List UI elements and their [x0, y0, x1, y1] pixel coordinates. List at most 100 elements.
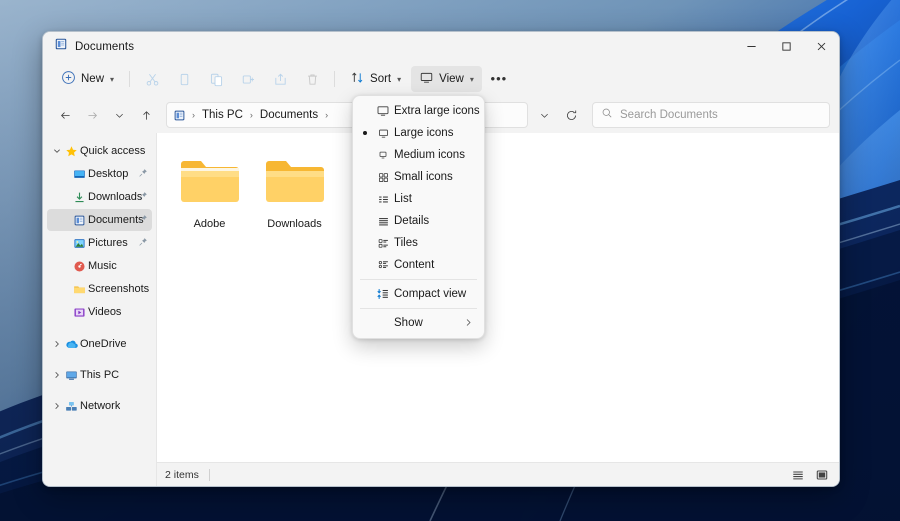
menu-item-label: Extra large icons: [394, 105, 480, 117]
folder-icon: [71, 283, 88, 296]
sidebar-item-documents[interactable]: Documents: [47, 209, 152, 231]
close-button[interactable]: [804, 32, 839, 61]
nav-group-spacer-3: [43, 387, 156, 395]
selection-indicator: [358, 131, 372, 135]
details-view-icon: [372, 215, 394, 228]
menu-item-medium-icons[interactable]: Medium icons: [356, 144, 481, 166]
up-button[interactable]: [133, 102, 159, 128]
breadcrumb-documents[interactable]: Documents: [256, 107, 322, 123]
window-title: Documents: [75, 40, 135, 53]
menu-separator-2: [360, 308, 477, 309]
chevron-right-icon[interactable]: [50, 402, 63, 410]
medium-icons-icon: [372, 149, 394, 161]
monitor-icon: [419, 70, 434, 88]
chevron-down-icon[interactable]: [50, 147, 63, 155]
menu-item-label: Small icons: [394, 171, 453, 183]
file-name-label: Adobe: [193, 218, 226, 230]
details-view-toggle[interactable]: [789, 466, 807, 484]
folder-icon: [262, 153, 328, 214]
sidebar-item-label: Desktop: [88, 168, 129, 180]
compact-view-icon: [372, 287, 394, 301]
breadcrumb-this-pc[interactable]: This PC: [198, 107, 247, 123]
pin-icon[interactable]: [138, 234, 148, 252]
sidebar-item-quick-access[interactable]: Quick access: [47, 140, 152, 162]
menu-item-content[interactable]: Content: [356, 254, 481, 276]
address-dropdown-button[interactable]: [531, 102, 557, 128]
search-input[interactable]: Search Documents: [620, 109, 718, 121]
menu-item-compact-view[interactable]: Compact view: [356, 283, 481, 305]
file-item-downloads[interactable]: Downloads: [252, 147, 337, 247]
sidebar-item-label: Screenshots: [88, 283, 150, 295]
copy-button[interactable]: [169, 66, 199, 92]
network-icon: [63, 400, 80, 413]
maximize-button[interactable]: [769, 32, 804, 61]
sidebar-item-desktop[interactable]: Desktop: [47, 163, 152, 185]
back-button[interactable]: [52, 102, 78, 128]
cut-button[interactable]: [137, 66, 167, 92]
sort-button[interactable]: Sort ▾: [342, 66, 409, 92]
more-options-button[interactable]: •••: [484, 66, 514, 92]
menu-item-details[interactable]: Details: [356, 210, 481, 232]
paste-button[interactable]: [201, 66, 231, 92]
search-box[interactable]: Search Documents: [592, 102, 830, 128]
menu-item-label: Medium icons: [394, 149, 465, 161]
sidebar-item-label: OneDrive: [80, 338, 127, 350]
view-button[interactable]: View ▾: [411, 66, 482, 92]
nav-group-spacer-2: [43, 356, 156, 364]
delete-button[interactable]: [297, 66, 327, 92]
recent-locations-button[interactable]: [106, 102, 132, 128]
menu-item-label: Large icons: [394, 127, 454, 139]
sidebar-item-downloads[interactable]: Downloads: [47, 186, 152, 208]
chevron-down-icon: ▾: [110, 74, 115, 84]
sidebar-item-label: Videos: [88, 306, 122, 318]
chevron-down-icon: ▾: [397, 74, 402, 84]
chevron-right-icon: [464, 318, 473, 329]
sidebar-item-network[interactable]: Network: [47, 395, 152, 417]
menu-item-large-icons[interactable]: Large icons: [356, 122, 481, 144]
pin-icon[interactable]: [138, 188, 148, 206]
menu-item-list[interactable]: List: [356, 188, 481, 210]
menu-item-tiles[interactable]: Tiles: [356, 232, 481, 254]
menu-item-show[interactable]: Show: [356, 312, 481, 334]
command-bar: New ▾ Sort ▾ View ▾ •••: [43, 61, 839, 97]
menu-item-label: Compact view: [394, 288, 467, 300]
file-item-adobe[interactable]: Adobe: [167, 147, 252, 247]
sidebar-item-pictures[interactable]: Pictures: [47, 232, 152, 254]
pictures-icon: [71, 237, 88, 250]
sidebar-item-label: Downloads: [88, 191, 143, 203]
breadcrumb-separator: ›: [325, 110, 329, 120]
sort-arrows-icon: [350, 70, 365, 88]
breadcrumb-separator: ›: [192, 110, 195, 120]
sidebar-item-label: Quick access: [80, 145, 146, 157]
videos-icon: [71, 306, 88, 319]
documents-folder-icon: [54, 37, 68, 56]
pin-icon[interactable]: [138, 211, 148, 229]
chevron-right-icon[interactable]: [50, 371, 63, 379]
sidebar-item-music[interactable]: Music: [47, 255, 152, 277]
sidebar-item-onedrive[interactable]: OneDrive: [47, 333, 152, 355]
refresh-button[interactable]: [558, 102, 584, 128]
desktop: Documents New ▾ Sort ▾ View ▾ ••• › This…: [0, 0, 900, 521]
new-button[interactable]: New ▾: [53, 66, 122, 92]
minimize-button[interactable]: [734, 32, 769, 61]
menu-item-small-icons[interactable]: Small icons: [356, 166, 481, 188]
large-icons-view-toggle[interactable]: [813, 466, 831, 484]
sidebar-item-videos[interactable]: Videos: [47, 301, 152, 323]
sidebar-item-screenshots[interactable]: Screenshots: [47, 278, 152, 300]
share-button[interactable]: [265, 66, 295, 92]
desktop-icon: [71, 168, 88, 181]
chevron-right-icon[interactable]: [50, 340, 63, 348]
sidebar-item-this-pc[interactable]: This PC: [47, 364, 152, 386]
menu-item-label: List: [394, 193, 412, 205]
rename-button[interactable]: [233, 66, 263, 92]
menu-item-extra-large-icons[interactable]: Extra large icons: [356, 100, 481, 122]
view-button-label: View: [439, 73, 464, 85]
pin-icon[interactable]: [138, 165, 148, 183]
navigation-pane: Quick access Desktop Downloads Documents…: [43, 133, 157, 486]
folder-icon: [177, 153, 243, 214]
address-path-icon: [173, 109, 186, 122]
forward-button[interactable]: [79, 102, 105, 128]
extra-large-icons-icon: [372, 104, 394, 118]
status-view-toggles: [789, 466, 831, 484]
content-pane[interactable]: Adobe Downloads 2 items: [157, 133, 839, 486]
